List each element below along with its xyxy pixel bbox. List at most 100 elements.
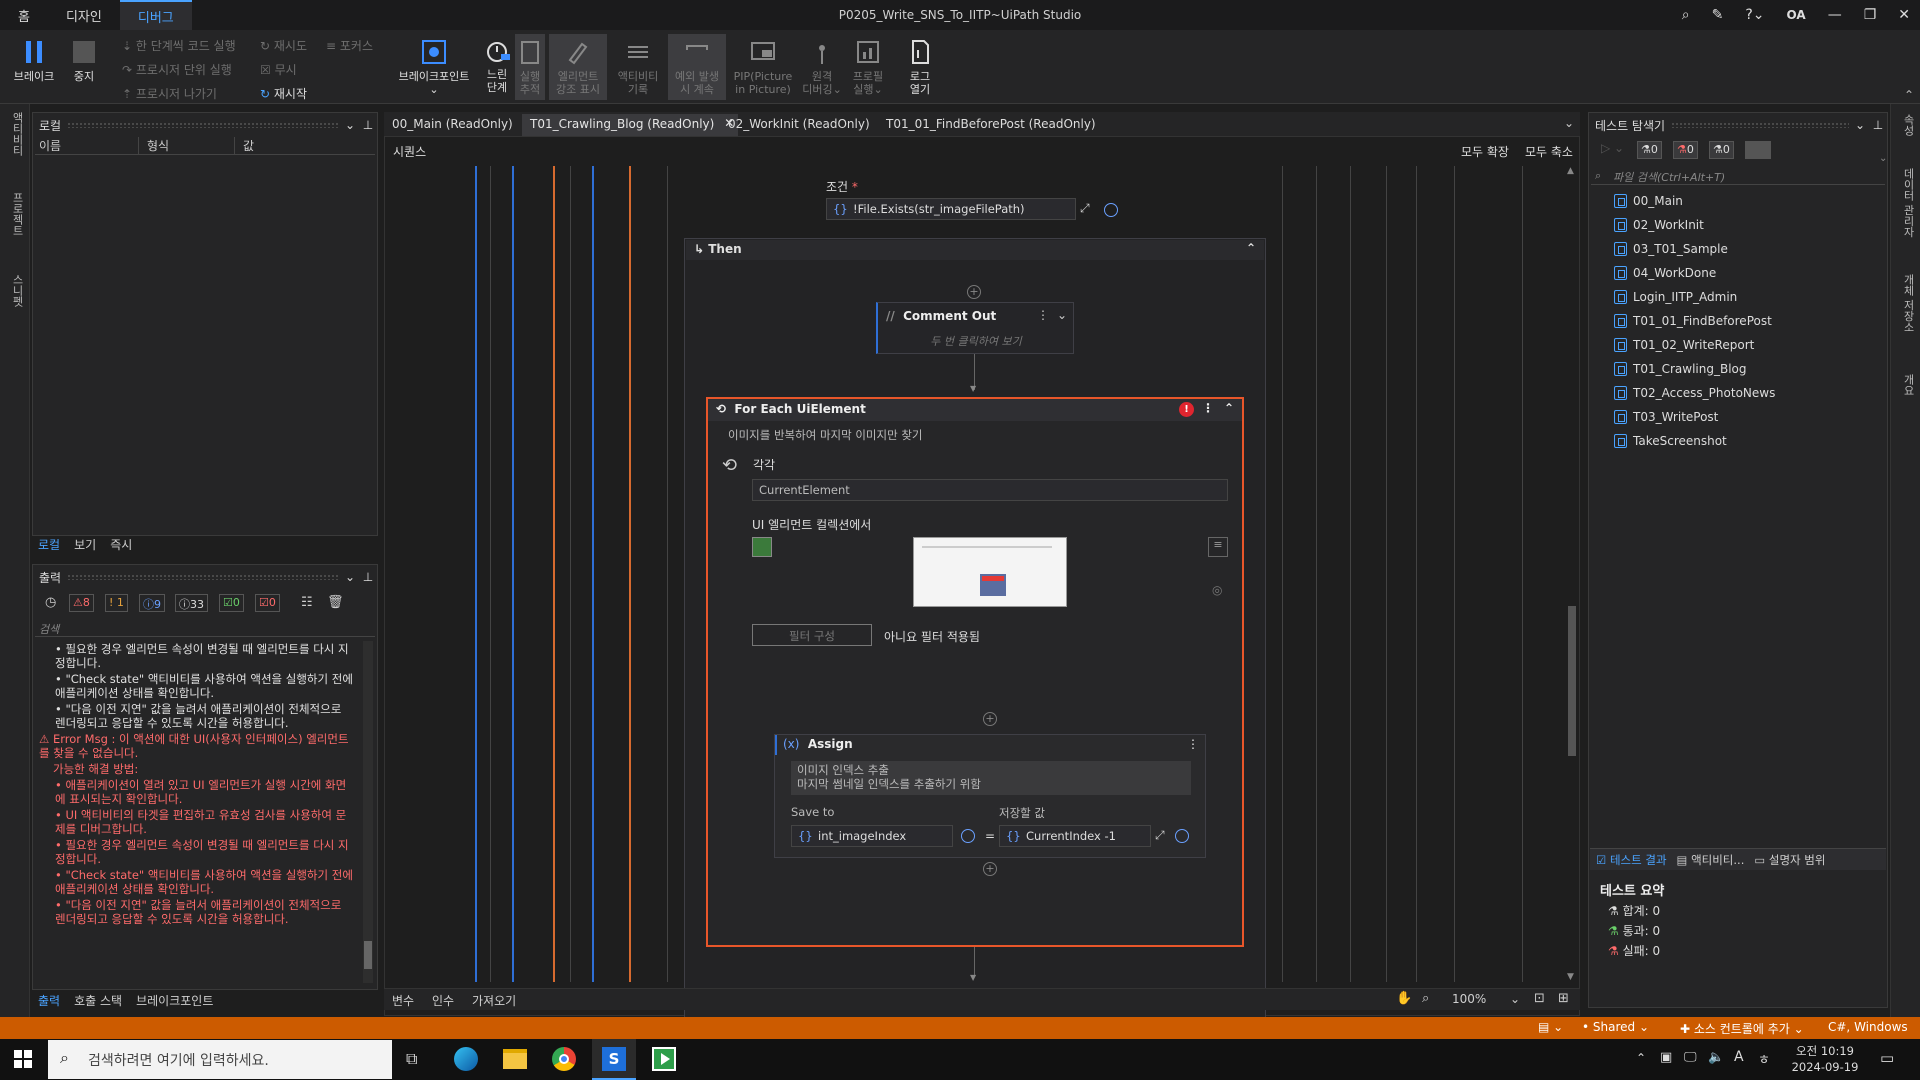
input-language[interactable]: A bbox=[1734, 1049, 1744, 1065]
doc-tab-main[interactable]: 00_Main (ReadOnly) bbox=[384, 114, 521, 136]
zoom-icon[interactable]: ⌕ bbox=[1422, 991, 1429, 1006]
sidebar-outline[interactable]: 개요 bbox=[1900, 374, 1916, 396]
menu-tab-design[interactable]: 디자인 bbox=[48, 0, 120, 30]
designer-scrollbar[interactable]: ▲ ▼ bbox=[1566, 166, 1578, 982]
tab-descriptor-coverage[interactable]: ▭ 설명자 범위 bbox=[1754, 852, 1825, 867]
column-type[interactable]: 형식 bbox=[139, 137, 235, 154]
shared-dropdown[interactable]: • Shared ⌄ bbox=[1582, 1020, 1649, 1034]
tab-output[interactable]: 출력 bbox=[38, 992, 60, 1010]
expand-icon[interactable]: ⌄ bbox=[1879, 153, 1887, 164]
sidebar-properties[interactable]: 속성 bbox=[1900, 114, 1916, 136]
assign-annotation[interactable]: 이미지 인덱스 추출 마지막 썸네일 인덱스를 추출하기 위함 bbox=[791, 761, 1191, 795]
expand-all-button[interactable]: 모두 확장 bbox=[1461, 143, 1509, 160]
assign-activity[interactable]: (x) Assign ⋮ 이미지 인덱스 추출 마지막 썸네일 인덱스를 추출하… bbox=[774, 734, 1206, 858]
notification-icon[interactable]: ▭ bbox=[1880, 1049, 1894, 1067]
foreach-uielement-activity[interactable]: ⟲ For Each UiElement ! ⋮ ⌃ 이미지를 반복하여 마지막… bbox=[706, 397, 1244, 947]
value-input[interactable]: {} CurrentIndex -1 bbox=[999, 825, 1151, 847]
tray-chevron-icon[interactable]: ⌃ bbox=[1636, 1051, 1646, 1065]
sidebar-data-manager[interactable]: 데이터 관리자 bbox=[1900, 168, 1916, 238]
test-tree-item[interactable]: 03_T01_Sample bbox=[1614, 242, 1728, 256]
remote-debugging-button[interactable]: 원격 디버깅⌄ bbox=[800, 38, 844, 96]
then-header[interactable]: ↳ Then ⌃ bbox=[686, 240, 1264, 260]
sidebar-project[interactable]: 프로젝트 bbox=[9, 192, 25, 236]
tab-variables[interactable]: 변수 bbox=[392, 992, 414, 1009]
run-tests-icon[interactable]: ▷ ⌄ bbox=[1601, 141, 1624, 155]
tab-breakpoints[interactable]: 브레이크포인트 bbox=[136, 992, 213, 1010]
test-tree-item[interactable]: TakeScreenshot bbox=[1614, 434, 1727, 448]
help-icon[interactable]: ?⌄ bbox=[1745, 7, 1764, 23]
test-notrun-badge[interactable]: ⚗0 bbox=[1709, 141, 1734, 159]
zoom-dropdown-icon[interactable]: ⌄ bbox=[1510, 992, 1520, 1006]
collapse-ribbon-icon[interactable]: ⌃ bbox=[1904, 88, 1914, 102]
pan-icon[interactable]: ✋ bbox=[1396, 991, 1412, 1006]
network-icon[interactable]: 🖵 bbox=[1684, 1050, 1697, 1065]
success-count-badge[interactable]: ☑0 bbox=[219, 594, 244, 612]
comment-out-activity[interactable]: // Comment Out ⋮ ⌄ 두 번 클릭하여 보기 bbox=[876, 302, 1074, 354]
test-search-input[interactable]: ⌕ 파일 검색(Ctrl+Alt+T) bbox=[1591, 167, 1885, 185]
tab-activity-coverage[interactable]: ▤ 액티비티... bbox=[1677, 852, 1745, 867]
save-to-input[interactable]: {} int_imageIndex bbox=[791, 825, 953, 847]
screenshot-preview[interactable] bbox=[913, 537, 1067, 607]
zoom-level[interactable]: 100% bbox=[1452, 992, 1486, 1006]
dropdown-icon[interactable]: ⌄ bbox=[1855, 118, 1865, 132]
current-element-input[interactable]: CurrentElement bbox=[752, 479, 1228, 501]
overview-icon[interactable]: ⊞ bbox=[1558, 991, 1569, 1006]
task-view-icon[interactable]: ⧉ bbox=[406, 1049, 417, 1069]
trash-icon[interactable]: 🗑 bbox=[327, 595, 344, 610]
execution-trail-button[interactable]: 실행 추적 bbox=[515, 34, 545, 100]
windows-start-icon[interactable] bbox=[14, 1050, 32, 1068]
uipath-assistant-icon[interactable] bbox=[652, 1047, 676, 1071]
breadcrumb[interactable]: 시퀀스 bbox=[393, 143, 426, 160]
pin-icon[interactable]: ⊥ bbox=[1873, 118, 1883, 132]
plus-menu-icon[interactable] bbox=[961, 829, 975, 843]
test-tree-item[interactable]: T02_Access_PhotoNews bbox=[1614, 386, 1775, 400]
feedback-icon[interactable]: ✎ bbox=[1712, 7, 1724, 23]
profile-execution-button[interactable]: 프로필 실행⌄ bbox=[848, 38, 888, 96]
info-count-badge[interactable]: ⓘ9 bbox=[139, 594, 165, 612]
sidebar-activities[interactable]: 액티비티 bbox=[9, 112, 25, 156]
stop-button[interactable]: 중지 bbox=[66, 38, 102, 83]
break-button[interactable]: 브레이크 bbox=[10, 38, 58, 83]
plus-menu-icon[interactable] bbox=[1175, 829, 1189, 843]
test-tree-item[interactable]: T01_02_WriteReport bbox=[1614, 338, 1754, 352]
pip-button[interactable]: PIP(Picture in Picture) bbox=[730, 38, 796, 96]
volume-icon[interactable]: 🔈 bbox=[1708, 1050, 1724, 1065]
column-value[interactable]: 값 bbox=[235, 137, 254, 154]
clock-icon[interactable]: ◷ bbox=[45, 595, 56, 610]
tab-locals[interactable]: 로컬 bbox=[38, 536, 60, 554]
warning-count-badge[interactable]: ! 1 bbox=[105, 594, 128, 612]
restart-button[interactable]: ↻ 재시작 bbox=[260, 85, 307, 102]
retry-button[interactable]: ↻ 재시도 bbox=[260, 37, 307, 54]
file-explorer-icon[interactable] bbox=[503, 1049, 527, 1069]
test-tree-item[interactable]: 04_WorkDone bbox=[1614, 266, 1716, 280]
tab-imports[interactable]: 가져오기 bbox=[472, 992, 516, 1009]
pin-icon[interactable]: ⊥ bbox=[363, 118, 373, 132]
edge-icon[interactable] bbox=[454, 1047, 478, 1071]
collapse-icon[interactable]: ⌃ bbox=[1224, 401, 1234, 415]
sidebar-object-repository[interactable]: 개체 저장소 bbox=[1900, 274, 1916, 333]
chrome-icon[interactable] bbox=[552, 1047, 576, 1071]
test-tree-item[interactable]: T01_Crawling_Blog bbox=[1614, 362, 1747, 376]
tray-app-icon[interactable]: ▣ bbox=[1660, 1050, 1672, 1065]
sidebar-snippets[interactable]: 스니펫 bbox=[9, 274, 25, 307]
close-icon[interactable]: ✕ bbox=[1898, 7, 1910, 23]
slow-step-button[interactable]: 느린 단계 bbox=[482, 36, 512, 94]
tab-test-results[interactable]: ☑ 테스트 결과 bbox=[1596, 852, 1667, 867]
test-tree-item[interactable]: Login_IITP_Admin bbox=[1614, 290, 1737, 304]
dropdown-icon[interactable]: ⌄ bbox=[345, 570, 355, 584]
tab-arguments[interactable]: 인수 bbox=[432, 992, 454, 1009]
user-avatar[interactable]: OA bbox=[1787, 8, 1806, 22]
breakpoints-button[interactable]: 브레이크포인트 ⌄ bbox=[392, 38, 476, 96]
error-indicator-icon[interactable]: ! bbox=[1179, 402, 1194, 417]
restore-icon[interactable]: ❐ bbox=[1864, 7, 1877, 23]
open-logs-button[interactable]: 로그 열기 bbox=[902, 38, 938, 96]
collapse-icon[interactable]: ⌃ bbox=[1246, 241, 1256, 255]
configure-filter-button[interactable]: 필터 구성 bbox=[752, 624, 872, 646]
output-search-input[interactable]: 검색 bbox=[35, 619, 375, 637]
doc-tab-workinit[interactable]: 02_WorkInit (ReadOnly) bbox=[720, 114, 878, 136]
language-indicator[interactable]: C#, Windows bbox=[1828, 1020, 1908, 1034]
failure-count-badge[interactable]: ☑0 bbox=[255, 594, 280, 612]
foreach-header[interactable]: ⟲ For Each UiElement ! ⋮ ⌃ bbox=[708, 399, 1242, 421]
expand-editor-icon[interactable]: ⤢ bbox=[1155, 828, 1165, 843]
continue-on-exceptions-button[interactable]: 예외 발생 시 계속 bbox=[668, 34, 726, 100]
